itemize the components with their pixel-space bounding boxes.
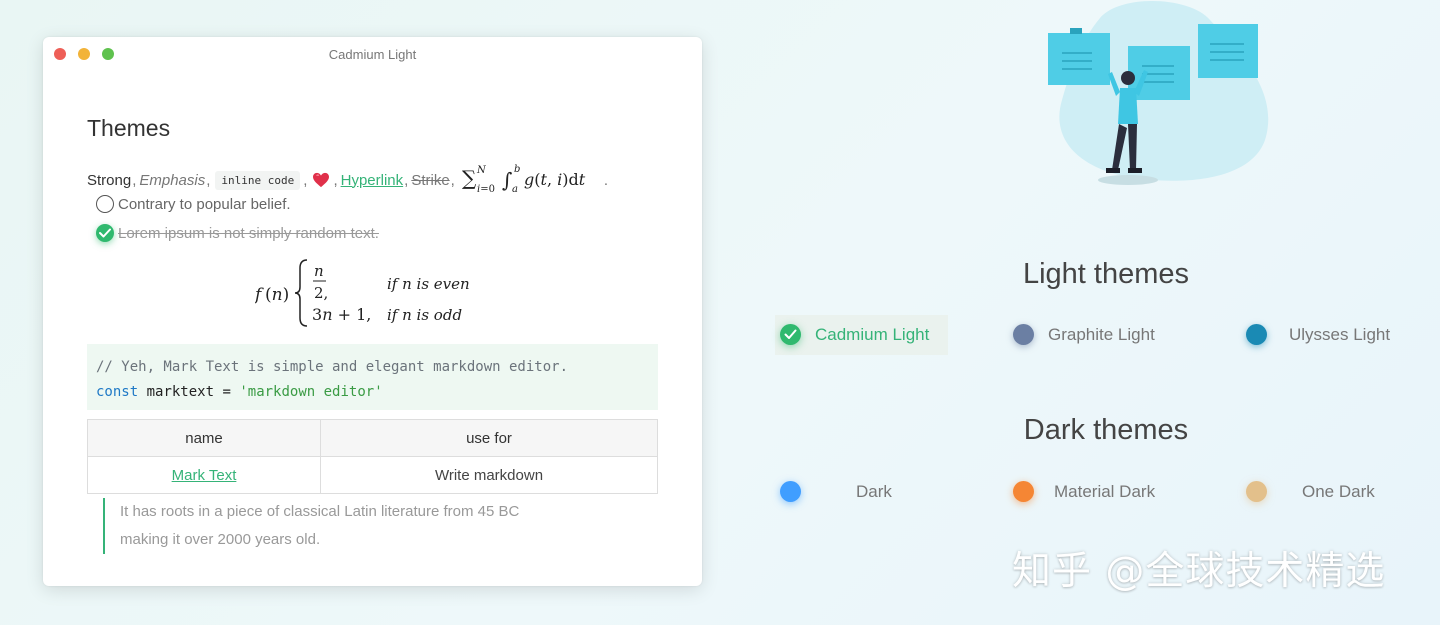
theme-label: Graphite Light (1048, 324, 1155, 344)
heart-emoji-icon (313, 172, 330, 188)
svg-text:N: N (476, 165, 487, 176)
themes-illustration (1048, 0, 1269, 185)
blockquote-line: making it over 2000 years old. (120, 531, 321, 548)
theme-option-ulysses-light[interactable]: Ulysses Light (1246, 324, 1390, 345)
svg-text:g(t, i)dt: g(t, i)dt (524, 170, 586, 189)
table-header-cell: name (87, 419, 321, 457)
editor-window: Cadmium Light Themes Strong , Emphasis, … (43, 37, 702, 586)
svg-text:n: n (314, 262, 324, 280)
table-header-row: name use for (87, 419, 658, 457)
theme-label: One Dark (1302, 481, 1375, 501)
selected-check-icon (780, 324, 801, 345)
svg-text:if n is odd: if n is odd (387, 306, 462, 324)
code-comment: // Yeh, Mark Text is simple and elegant … (96, 359, 569, 375)
svg-text:f: f (255, 285, 264, 305)
table-row: Mark Text Write markdown (87, 456, 658, 494)
block-math-formula: f (n) n 2, if n is even 3n + 1, if n is … (255, 259, 470, 327)
one-dark-color-dot (1246, 481, 1267, 502)
window-title: Cadmium Light (328, 47, 417, 62)
blockquote: It has roots in a piece of classical Lat… (103, 498, 519, 554)
inline-format-line: Strong , Emphasis, inline code , , Hyper… (87, 164, 608, 195)
theme-label: Cadmium Light (815, 324, 930, 344)
task-text: Lorem ipsum is not simply random text. (118, 224, 379, 242)
task-item: Lorem ipsum is not simply random text. (96, 224, 379, 242)
dark-color-dot (780, 481, 801, 502)
svg-text:if n is even: if n is even (387, 275, 470, 293)
inline-math-formula: ∑ N i=0 ∫ b a g(t, i)dt (462, 164, 586, 195)
theme-option-one-dark[interactable]: One Dark (1246, 481, 1375, 502)
window-titlebar: Cadmium Light (43, 37, 702, 73)
code-block: // Yeh, Mark Text is simple and elegant … (87, 344, 658, 410)
theme-option-graphite-light[interactable]: Graphite Light (1013, 324, 1155, 345)
strike-text: Strike (411, 171, 450, 189)
table-header-cell: use for (320, 419, 658, 457)
task-checkbox[interactable] (96, 195, 114, 213)
theme-label: Dark (856, 481, 892, 501)
blockquote-line: It has roots in a piece of classical Lat… (120, 503, 520, 520)
code-variable: marktext (146, 384, 215, 400)
code-string: 'markdown editor' (239, 384, 383, 400)
svg-text:(n): (n) (265, 285, 289, 305)
svg-text:b: b (514, 164, 520, 175)
svg-text:i=0: i=0 (477, 184, 495, 195)
task-checkbox[interactable] (96, 224, 114, 242)
emphasis-text: Emphasis (139, 171, 206, 189)
watermark: 知乎 @全球技术精选 (1012, 549, 1386, 594)
inline-code: inline code (215, 170, 301, 190)
theme-label: Ulysses Light (1289, 324, 1391, 344)
ulysses-color-dot (1246, 324, 1267, 345)
markdown-table: name use for Mark Text Write markdown (87, 419, 658, 494)
table-cell: Write markdown (320, 456, 658, 494)
code-keyword: const (96, 384, 139, 400)
dark-themes-title: Dark themes (1023, 414, 1189, 446)
task-item: Contrary to popular belief. (96, 195, 291, 213)
theme-option-cadmium-light[interactable]: Cadmium Light (780, 324, 929, 345)
theme-option-material-dark[interactable]: Material Dark (1013, 481, 1155, 502)
document-heading: Themes (87, 115, 171, 141)
checkmark-icon (99, 228, 111, 238)
svg-text:∫: ∫ (502, 168, 512, 192)
strong-text: Strong (87, 171, 132, 189)
graphite-color-dot (1013, 324, 1034, 345)
task-text: Contrary to popular belief. (118, 195, 291, 213)
svg-text:a: a (512, 184, 518, 195)
code-operator: = (222, 384, 231, 400)
table-link[interactable]: Mark Text (172, 467, 237, 484)
light-themes-title: Light themes (1022, 258, 1190, 290)
material-dark-color-dot (1013, 481, 1034, 502)
table-cell: Mark Text (87, 456, 321, 494)
svg-text:∑: ∑ (462, 166, 477, 190)
theme-option-dark[interactable]: Dark (780, 481, 892, 502)
theme-label: Material Dark (1054, 481, 1156, 501)
svg-text:2,: 2, (314, 284, 328, 302)
svg-text:3n + 1,: 3n + 1, (312, 305, 371, 324)
hyperlink[interactable]: Hyperlink (341, 172, 404, 189)
